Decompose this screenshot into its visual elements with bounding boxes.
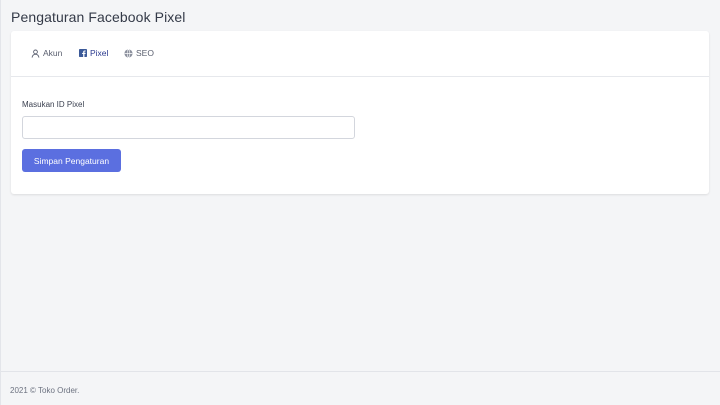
tab-seo-label: SEO [136, 48, 154, 58]
page-title: Pengaturan Facebook Pixel [11, 9, 186, 25]
tab-seo[interactable]: SEO [124, 48, 154, 58]
settings-card: Akun Pixel SEO Masukan ID Pixel Simpan P… [11, 31, 709, 194]
page: Pengaturan Facebook Pixel Akun Pixel SEO… [0, 0, 720, 405]
tab-akun-label: Akun [43, 48, 63, 58]
tab-pixel-label: Pixel [90, 48, 109, 58]
globe-icon [124, 48, 133, 58]
footer: 2021 © Toko Order. [1, 371, 720, 405]
footer-copyright: 2021 © Toko Order. [10, 386, 80, 395]
tab-akun[interactable]: Akun [31, 48, 62, 58]
save-settings-button[interactable]: Simpan Pengaturan [22, 149, 121, 172]
user-icon [31, 49, 40, 58]
pixel-id-input[interactable] [22, 116, 355, 139]
tab-pixel[interactable]: Pixel [78, 48, 108, 58]
settings-tabs: Akun Pixel SEO [11, 31, 709, 77]
facebook-icon [78, 49, 87, 58]
pixel-id-label: Masukan ID Pixel [22, 100, 85, 109]
